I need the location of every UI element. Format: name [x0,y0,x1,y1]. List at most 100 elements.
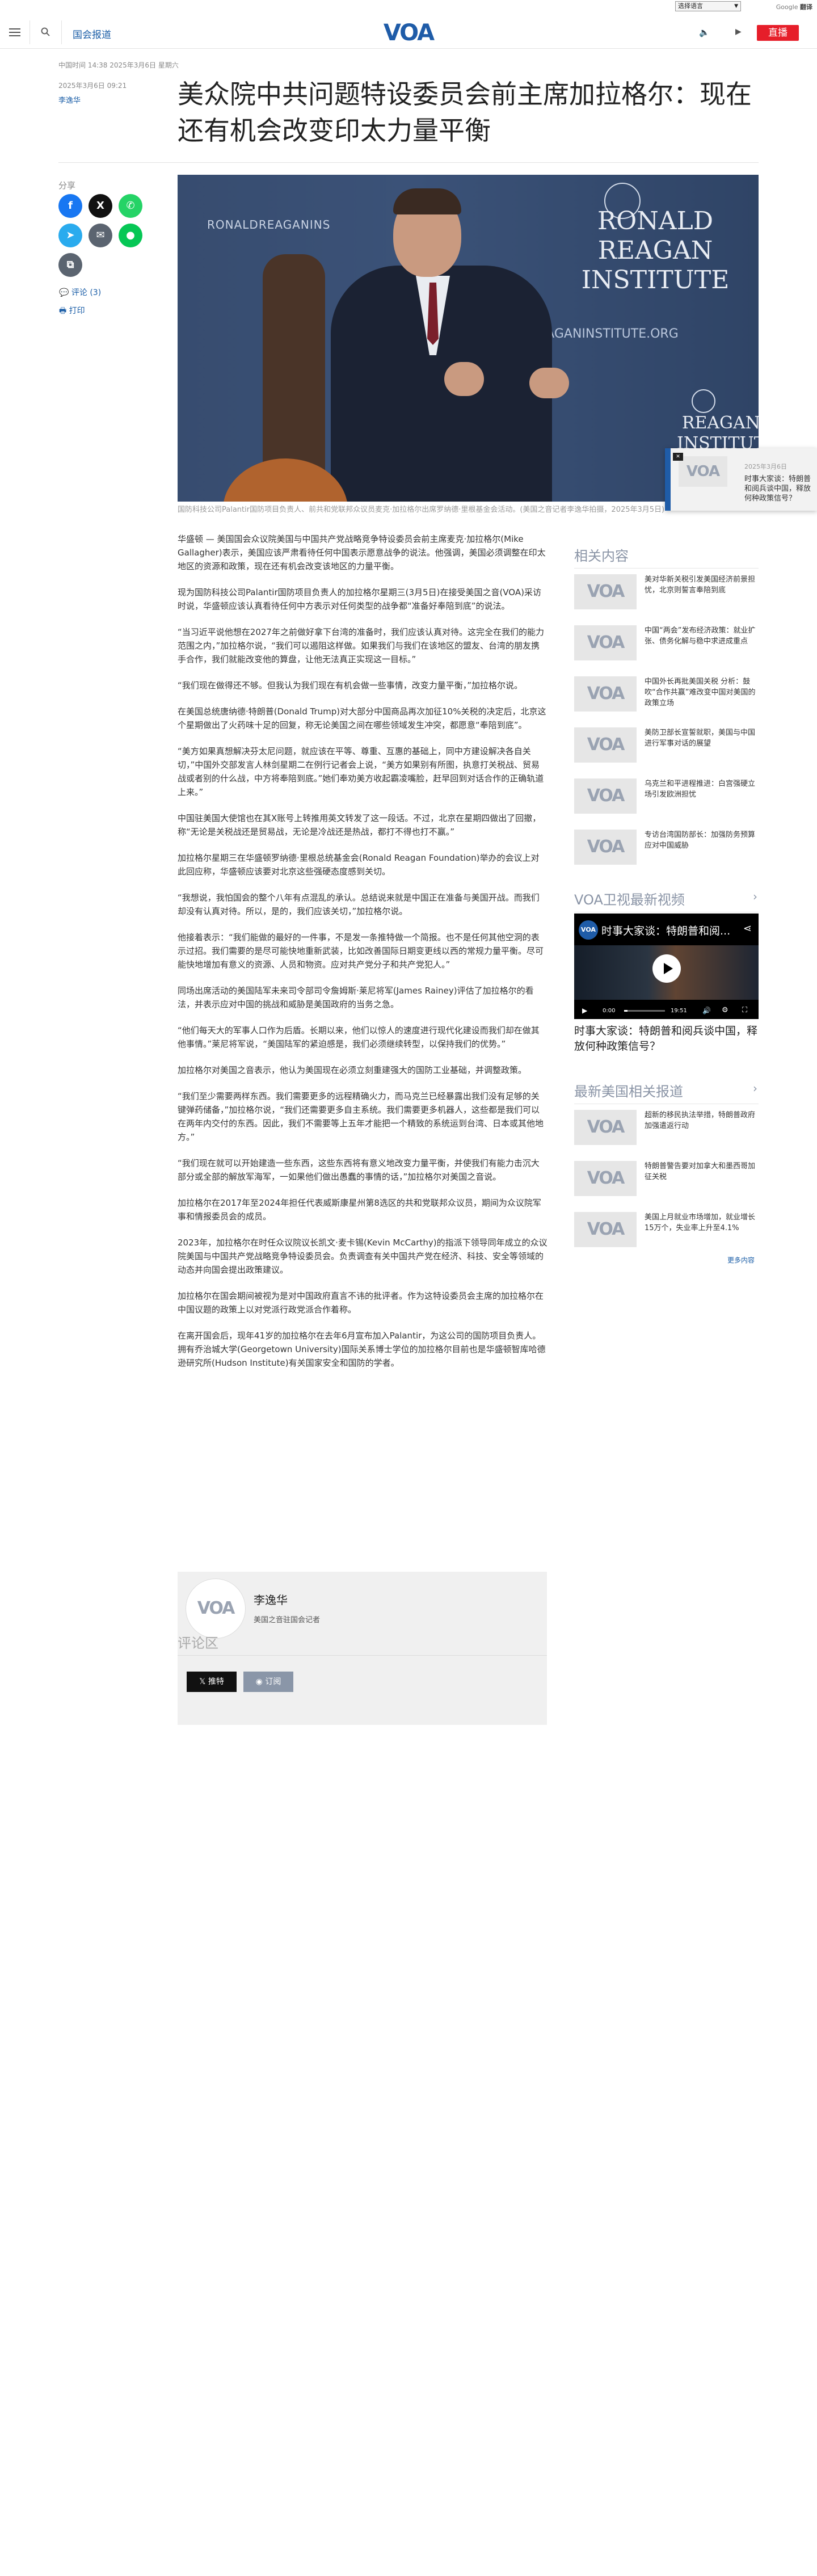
voa-logo[interactable]: VOA [380,22,437,44]
author-role: 美国之音驻国会记者 [254,1616,321,1624]
list-item[interactable]: VOA 美对华新关税引发美国经济前景担忧，北京则誓言奉陪到底 [574,574,759,611]
list-item-title[interactable]: 美对华新关税引发美国经济前景担忧，北京则誓言奉陪到底 [645,574,758,596]
image-caption: 国防科技公司Palantir国防项目负责人、前共和党联邦众议员麦克·加拉格尔出席… [178,506,665,514]
comments-link[interactable]: 💬 评论 (3) [59,287,101,298]
language-select[interactable]: 选择语言 ▼ [675,1,741,11]
list-item[interactable]: VOA 中国外长再批美国关税 分析：鼓吹“合作共赢”难改变中国对美国的政策立场 [574,676,759,713]
settings-icon[interactable]: ⚙ [722,1006,728,1015]
thumbnail[interactable]: VOA [574,778,637,814]
telegram-icon: ➤ [66,229,75,241]
author-name[interactable]: 李逸华 [254,1591,288,1607]
video-heading[interactable]: VOA卫视最新视频 › [574,889,759,912]
list-item[interactable]: VOA 美国上月就业市场增加，就业增长15万个，失业率上升至4.1% [574,1212,759,1248]
thumbnail[interactable]: VOA [574,574,637,609]
thumbnail[interactable]: VOA [574,625,637,660]
print-link[interactable]: 🖶 打印 [59,305,85,318]
line-share-button[interactable]: ● [119,224,142,247]
article-paragraph: 加拉格尔星期三在华盛顿罗纳德·里根总统基金会(Ronald Reagan Fou… [178,853,540,877]
article-paragraph: 在离开国会后，现年41岁的加拉格尔在去年6月宣布加入Palantir，为这公司的… [178,1331,546,1368]
video-progress-bar[interactable] [624,1010,665,1012]
volume-icon[interactable]: 🔊 [702,1007,711,1015]
x-share-button[interactable]: X [89,194,112,218]
article-paragraph: “当习近平说他想在2027年之前做好拿下台湾的准备时，我们应该认真对待。这完全在… [178,627,544,664]
google-translate-credit[interactable]: Google 翻译 [776,2,812,11]
list-item-title[interactable]: 中国“两会”发布经济政策：就业扩张、债务化解与稳中求进成重点 [645,625,758,647]
video-player[interactable]: VOA 时事大家谈：特朗普和阅... ⋖ ▶ 0:00 19:51 🔊 ⚙ ⛶ [574,914,759,1019]
telegram-share-button[interactable]: ➤ [58,224,82,247]
comments-count: 评论 (3) [71,288,102,297]
section-link-congress[interactable]: 国会报道 [73,27,111,41]
author-link[interactable]: 李逸华 [58,94,81,105]
email-icon: ✉ [96,229,105,241]
comment-icon: 💬 [59,288,71,297]
video-title[interactable]: 时事大家谈：特朗普和阅... [601,923,738,938]
reagan-seal [692,389,715,413]
mini-player-title[interactable]: 时事大家谈：特朗普和阅兵谈中国，释放何种政策信号？ [744,474,812,503]
avatar: VOA [186,1579,246,1639]
header-divider [61,20,62,44]
article-paragraph: “我们至少需要两样东西。我们需要更多的远程精确火力，而马克兰已经暴露出我们没有足… [178,1091,544,1142]
play-icon[interactable]: ▶ [582,1007,587,1015]
copy-link-button[interactable]: ⧉ [58,253,82,277]
list-item[interactable]: VOA 美防卫部长宣誓就职，美国与中国进行军事对话的展望 [574,727,759,764]
subscribe-button[interactable]: ◉ 订阅 [243,1672,293,1692]
list-item[interactable]: VOA 特朗普警告要对加拿大和墨西哥加征关税 [574,1161,759,1197]
live-button[interactable]: 直播 [757,25,799,41]
google-label: Google [776,3,798,11]
email-share-button[interactable]: ✉ [89,224,112,247]
thumbnail[interactable]: VOA [574,830,637,865]
fullscreen-icon[interactable]: ⛶ [742,1006,747,1015]
video-icon[interactable]: ▶ [735,27,742,36]
related-heading[interactable]: 相关内容 [574,545,759,569]
utility-bar: 选择语言 ▼ Google 翻译 [0,0,817,14]
list-item-title[interactable]: 超新的移民执法举措，特朗普政府加强遣返行动 [645,1110,758,1131]
backdrop-text: RONALDREAGANINS [207,218,331,231]
audio-icon[interactable]: 🔈 [699,27,710,37]
list-item-title[interactable]: 中国外长再批美国关税 分析：鼓吹“合作共赢”难改变中国对美国的政策立场 [645,676,758,709]
chevron-right-icon: › [753,1081,757,1095]
share-label: 分享 [58,180,76,191]
thumbnail[interactable]: VOA [574,1161,637,1196]
list-item-title[interactable]: 美国上月就业市场增加，就业增长15万个，失业率上升至4.1% [645,1212,758,1234]
follow-x-button[interactable]: 𝕏 推特 [187,1672,237,1692]
video-thumbnail[interactable]: VOA [679,456,727,487]
channel-logo: VOA [579,920,598,940]
list-item-title[interactable]: 乌克兰和平进程推进：白宫强硬立场引发欧洲担忧 [645,778,758,800]
article-paragraph: 加拉格尔在国会期间被视为是对中国政府直言不讳的批评者。作为这特设委员会主席的加拉… [178,1291,544,1315]
list-item[interactable]: VOA 中国“两会”发布经济政策：就业扩张、债务化解与稳中求进成重点 [574,625,759,662]
whatsapp-icon: ✆ [126,200,135,212]
play-button[interactable] [652,954,681,983]
thumbnail[interactable]: VOA [574,1110,637,1145]
thumbnail[interactable]: VOA [574,676,637,712]
share-icon[interactable]: ⋖ [743,923,752,935]
video-controls: ▶ 0:00 19:51 🔊 ⚙ ⛶ [574,1002,759,1019]
video-current-time: 0:00 [603,1008,616,1014]
mini-video-player[interactable]: VOA ✕ 2025年3月6日 时事大家谈：特朗普和阅兵谈中国，释放何种政策信号… [665,448,817,511]
article-paragraph: 中国驻美国大使馆也在其X账号上转推用英文转发了这一段话。不过，北京在星期四做出了… [178,813,541,837]
article-paragraph: “我们现在做得还不够。但我认为我们现在有机会做一些事情，改变力量平衡，”加拉格尔… [178,680,523,691]
search-icon[interactable] [41,27,50,36]
language-select-value: 选择语言 [678,2,703,10]
article-paragraph: 现为国防科技公司Palantir国防项目负责人的加拉格尔星期三(3月5日)在接受… [178,587,541,611]
whatsapp-share-button[interactable]: ✆ [119,194,142,218]
close-icon[interactable]: ✕ [673,453,683,461]
list-item[interactable]: VOA 超新的移民执法举措，特朗普政府加强遣返行动 [574,1110,759,1146]
list-item[interactable]: VOA 专访台湾国防部长：加强防务预算应对中国威胁 [574,830,759,866]
facebook-icon: f [68,200,73,212]
list-item[interactable]: VOA 乌克兰和平进程推进：白宫强硬立场引发欧洲担忧 [574,778,759,815]
thumbnail[interactable]: VOA [574,727,637,763]
facebook-share-button[interactable]: f [58,194,82,218]
article-paragraph: 他接着表示：“我们能做的最好的一件事，不是发一条推特做一个简报。也不是任何其他空… [178,932,544,970]
more-link[interactable]: 更多内容 [727,1255,755,1265]
publish-date: 2025年3月6日 09:21 [58,82,127,90]
list-item-title[interactable]: 专访台湾国防部长：加强防务预算应对中国威胁 [645,830,758,851]
list-item-title[interactable]: 美防卫部长宣誓就职，美国与中国进行军事对话的展望 [645,727,758,749]
list-item-title[interactable]: 特朗普警告要对加拿大和墨西哥加征关税 [645,1161,758,1182]
menu-icon[interactable] [9,26,20,37]
latest-heading[interactable]: 最新美国相关报道 › [574,1080,759,1104]
copy-icon: ⧉ [66,259,74,271]
video-caption[interactable]: 时事大家谈：特朗普和阅兵谈中国，释放何种政策信号？ [574,1024,759,1054]
page-title: 美众院中共问题特设委员会前主席加拉格尔：现在还有机会改变印太力量平衡 [178,79,752,146]
latest-heading-text: 最新美国相关报道 [574,1084,683,1100]
thumbnail[interactable]: VOA [574,1212,637,1247]
